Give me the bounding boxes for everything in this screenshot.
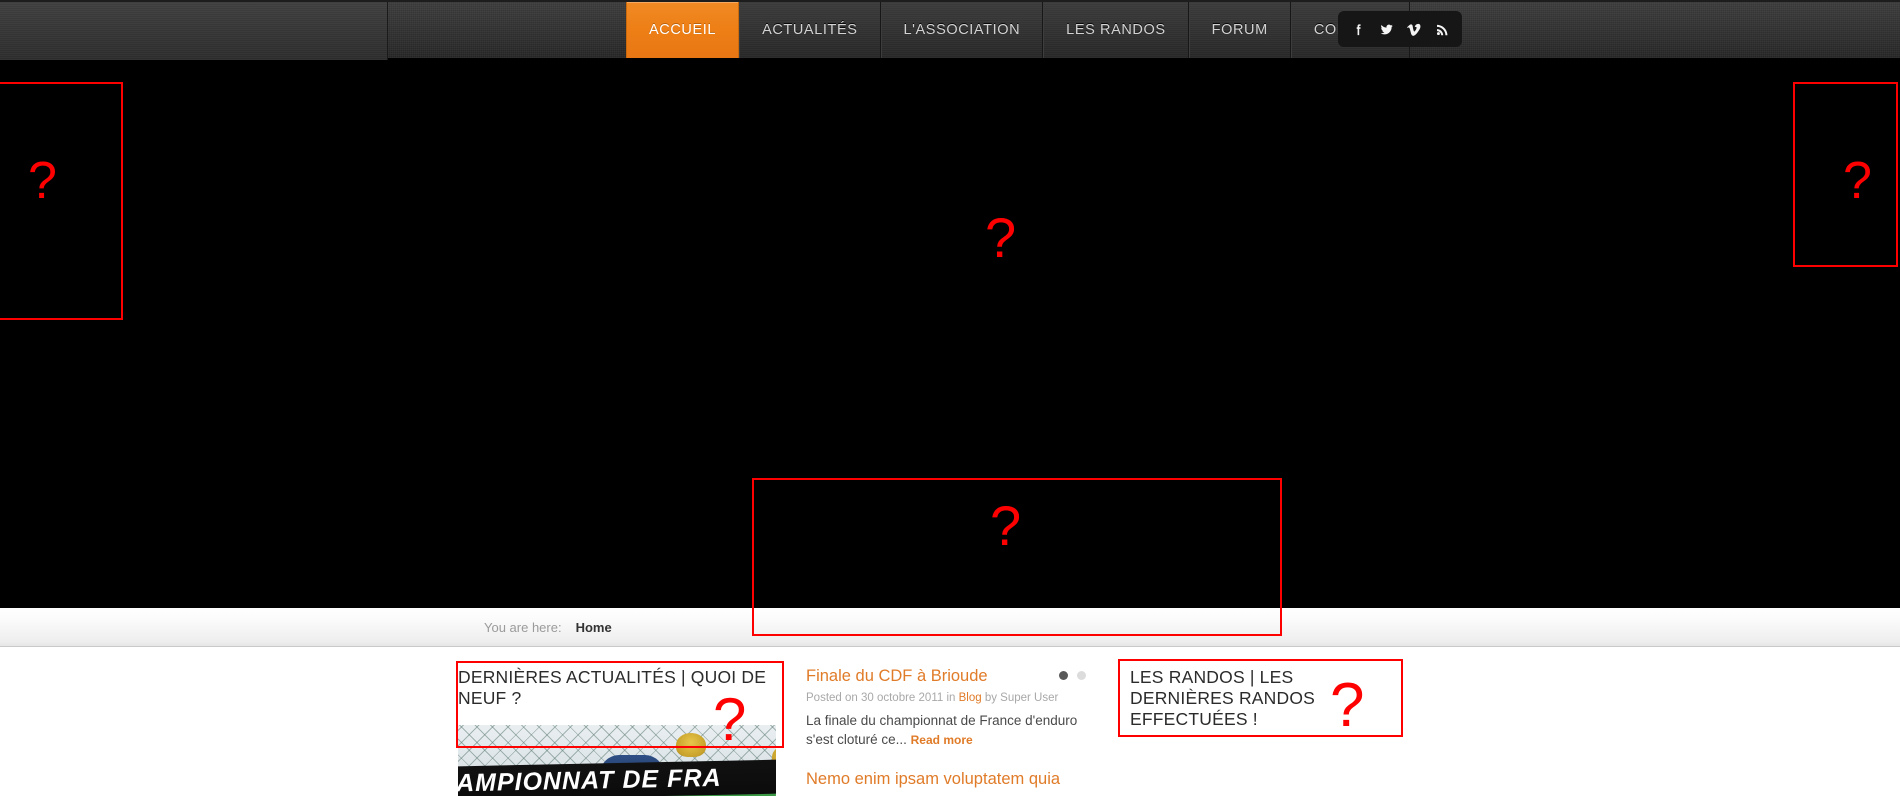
post-read-more-link[interactable]: Read more [911,733,973,747]
slider-dot-1[interactable] [1059,671,1068,680]
latest-news-thumbnail[interactable]: AMPIONNAT DE FRA [458,725,776,796]
twitter-icon[interactable] [1374,17,1398,41]
nav-label: ACTUALITÉS [762,22,858,38]
nav-label: FORUM [1211,22,1268,38]
breadcrumb: You are here: Home [484,608,612,646]
breadcrumb-bar: You are here: Home [0,608,1900,647]
social-links [1338,11,1462,47]
nav-item-actualites[interactable]: ACTUALITÉS [739,2,881,58]
post-slider-pagination [1059,671,1086,680]
latest-news-heading: DERNIÈRES ACTUALITÉS | QUOI DE NEUF ? [458,667,767,708]
breadcrumb-label: You are here: [484,619,562,635]
post-title[interactable]: Finale du CDF à Brioude [806,647,1096,687]
facebook-icon[interactable] [1346,17,1370,41]
hero-slideshow-region [0,58,1900,608]
vimeo-icon[interactable] [1402,17,1426,41]
post-meta: Posted on 30 octobre 2011 in Blog by Sup… [806,691,1096,706]
thumb-banner-text: AMPIONNAT DE FRA [458,763,722,796]
post-title[interactable]: Nemo enim ipsam voluptatem quia [806,750,1096,790]
nav-label: ACCUEIL [649,22,717,38]
blog-post-2: Nemo enim ipsam voluptatem quia [806,750,1096,790]
primary-navigation: ACCUEIL ACTUALITÉS L'ASSOCIATION LES RAN… [626,2,1411,58]
slider-dot-2[interactable] [1077,671,1086,680]
thumb-banner: AMPIONNAT DE FRA [458,759,776,796]
nav-item-accueil[interactable]: ACCUEIL [626,2,740,58]
trophy-icon [676,733,706,757]
main-content: DERNIÈRES ACTUALITÉS | QUOI DE NEUF ? AM… [0,647,1900,796]
rss-icon[interactable] [1430,17,1454,41]
post-meta-prefix: Posted on 30 octobre 2011 in [806,692,959,704]
nav-label: LES RANDOS [1066,22,1166,38]
nav-item-forum[interactable]: FORUM [1188,2,1291,58]
post-category-link[interactable]: Blog [959,692,982,704]
breadcrumb-current[interactable]: Home [576,620,612,635]
nav-label: L'ASSOCIATION [903,22,1021,38]
column-latest-news: DERNIÈRES ACTUALITÉS | QUOI DE NEUF ? AM… [458,647,788,796]
page-root: ACCUEIL ACTUALITÉS L'ASSOCIATION LES RAN… [0,0,1900,796]
header-logo-area [0,2,388,60]
blog-post-1: Finale du CDF à Brioude Posted on 30 oct… [806,647,1096,750]
randos-heading: LES RANDOS | LES DERNIÈRES RANDOS EFFECT… [1130,667,1316,729]
rando-item-title[interactable]: Les garennes vertes [1130,730,1400,796]
column-randos: LES RANDOS | LES DERNIÈRES RANDOS EFFECT… [1130,647,1400,796]
nav-item-les-randos[interactable]: LES RANDOS [1043,2,1189,58]
nav-item-association[interactable]: L'ASSOCIATION [880,2,1044,58]
post-meta-suffix: by Super User [981,692,1059,704]
post-excerpt: La finale du championnat de France d'end… [806,711,1096,750]
column-blog-posts: Finale du CDF à Brioude Posted on 30 oct… [806,647,1096,790]
